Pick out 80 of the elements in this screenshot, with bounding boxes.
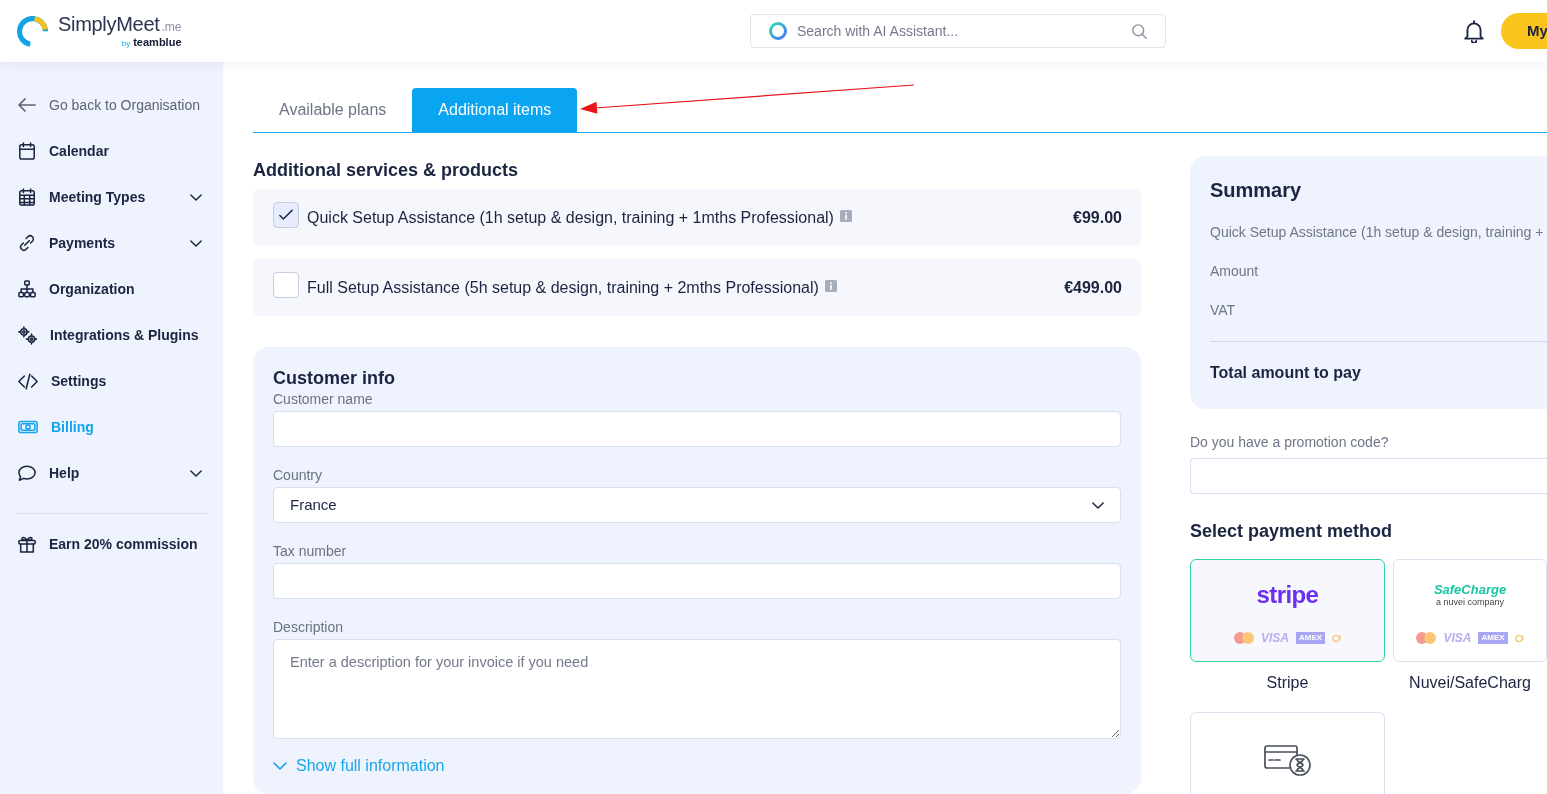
search-icon (1132, 23, 1147, 39)
summary-line: Quick Setup Assistance (1h setup & design, training + (1210, 223, 1545, 242)
section-heading: Select payment method (1190, 520, 1394, 542)
provider-logo: stripe (1256, 582, 1319, 608)
search-input[interactable]: Search with AI Assistant... (797, 21, 1122, 41)
select-field[interactable]: France (273, 487, 1121, 523)
card-brand-text: AMEX (1478, 632, 1508, 644)
checkbox[interactable] (273, 201, 299, 228)
payment-method-card[interactable] (1190, 712, 1385, 794)
payment-method-card[interactable]: stripe VISA AMEX (1190, 559, 1385, 662)
sidebar-link[interactable]: Help (0, 450, 223, 496)
sidebar-link[interactable]: Organization (0, 266, 223, 312)
summary-line: VAT (1210, 301, 1237, 320)
chevron-down-icon (190, 469, 202, 477)
sidebar-link[interactable]: Meeting Types (0, 174, 223, 220)
chevron-down-icon (1092, 501, 1104, 509)
input-field[interactable] (273, 563, 1121, 599)
field-label: Country (273, 467, 324, 483)
textarea-field[interactable]: Enter a description for your invoice if you need (273, 639, 1121, 739)
field-label: Customer name (273, 391, 374, 407)
field-label: Do you have a promotion code? (1190, 433, 1390, 452)
total-label: Total amount to pay (1210, 363, 1362, 383)
tick-icon (279, 208, 293, 221)
code-icon (18, 372, 38, 390)
promo-code-field[interactable] (1190, 458, 1547, 494)
gears-icon (18, 325, 37, 345)
ai-ring-icon (769, 22, 787, 40)
service-label: Full Setup Assistance (5h setup & design, training + 2mths Professional) (307, 277, 819, 298)
card-circles-icon (1416, 632, 1437, 644)
brand-suffix: .me (161, 18, 182, 36)
field-label: Tax number (273, 543, 348, 559)
account-button[interactable]: My (1501, 13, 1547, 49)
card-brand-text: VISA (1260, 632, 1289, 644)
checkbox[interactable] (273, 271, 299, 298)
banknote-icon (18, 420, 38, 434)
sidebar-link[interactable]: Calendar (0, 128, 223, 174)
field-label: Description (273, 619, 345, 635)
info-icon (839, 209, 852, 222)
card-circles-icon (1233, 632, 1254, 644)
calendar-grid-icon (18, 188, 36, 206)
payment-method-card[interactable]: SafeCharge a nuvei company VISA AMEX (1393, 559, 1547, 662)
speech-bubble-icon (18, 464, 36, 482)
input-field[interactable] (273, 411, 1121, 447)
chevron-down-icon (190, 193, 202, 201)
coin-icon (1514, 633, 1524, 643)
link-icon (18, 234, 36, 252)
brand-name: SimplyMeet (58, 12, 160, 35)
provider-logo: SafeCharge (1433, 582, 1507, 597)
coin-icon (1332, 633, 1342, 643)
tab[interactable]: Available plans (253, 88, 413, 132)
card-title: Customer info (273, 367, 396, 389)
search-field[interactable]: Search with AI Assistant... (750, 14, 1166, 48)
summary-line: Amount (1210, 262, 1260, 281)
payment-method-label: Nuvei/SafeCharg (1408, 673, 1532, 693)
sidebar-link[interactable]: Payments (0, 220, 223, 266)
company-name: teamblue (133, 35, 182, 48)
sidebar-link[interactable]: Earn 20% commission (0, 521, 223, 567)
chevron-down-icon (190, 239, 202, 247)
back-link[interactable]: Go back to Organisation (0, 82, 223, 128)
card-title: Summary (1210, 178, 1303, 202)
card-brand-text: AMEX (1295, 632, 1326, 644)
bell-icon (1464, 19, 1484, 43)
sidebar-link[interactable]: Settings (0, 358, 223, 404)
payment-method-label: Stripe (1265, 673, 1310, 693)
provider-caption: a nuvei company (1435, 597, 1504, 608)
card-brand-text: VISA (1443, 632, 1472, 644)
info-icon (824, 279, 837, 292)
sidebar-link[interactable]: Integrations & Plugins (0, 312, 223, 358)
service-price: €99.00 (1073, 207, 1122, 228)
section-heading: Additional services & products (253, 159, 520, 181)
sitemap-icon (18, 280, 36, 298)
arrow-left-icon (18, 98, 36, 112)
calendar-icon (18, 142, 36, 160)
service-label: Quick Setup Assistance (1h setup & design, training + 1mths Professional) (307, 207, 834, 228)
card-hourglass-icon (1264, 745, 1311, 776)
chevron-down-icon (273, 762, 287, 770)
brand-byline: by (121, 37, 131, 50)
service-price: €499.00 (1064, 277, 1122, 298)
gift-icon (18, 535, 36, 553)
logo-icon (17, 15, 48, 47)
